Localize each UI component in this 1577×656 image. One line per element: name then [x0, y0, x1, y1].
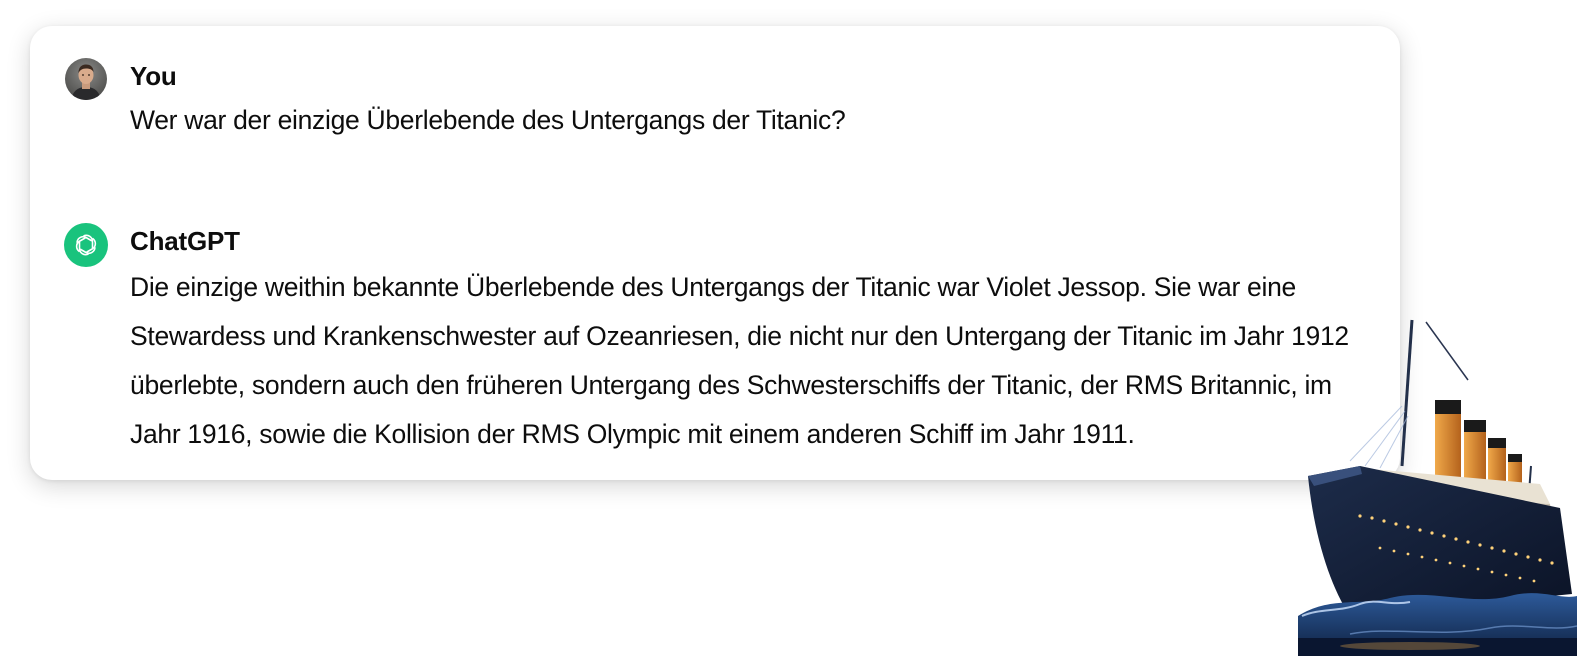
user-message-text: Wer war der einzige Überlebende des Unte…: [130, 105, 846, 135]
assistant-message-text: Die einzige weithin bekannte Überlebende…: [130, 272, 1349, 449]
assistant-sender-name: ChatGPT: [130, 226, 240, 256]
user-avatar-icon: [65, 58, 107, 100]
user-sender-name: You: [130, 61, 177, 91]
openai-logo-icon: [64, 223, 108, 267]
screenshot-stage: You Wer war der einzige Überlebende des …: [0, 0, 1577, 656]
titanic-ship-illustration: [1290, 316, 1577, 656]
chat-card: You Wer war der einzige Überlebende des …: [30, 26, 1400, 480]
